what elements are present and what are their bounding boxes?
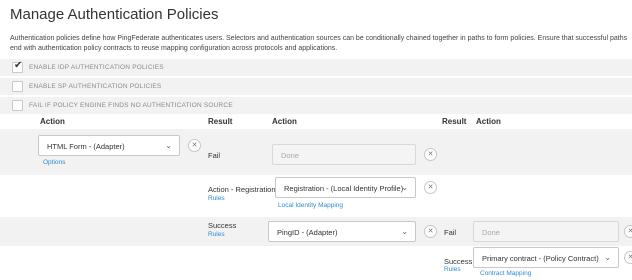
chevron-down-icon: ⌄ <box>401 183 408 192</box>
enable-sp-checkbox[interactable] <box>12 81 23 92</box>
enable-sp-label: ENABLE SP AUTHENTICATION POLICIES <box>29 83 162 90</box>
check-icon: ✔ <box>14 60 23 71</box>
close-icon[interactable]: ✕ <box>188 139 201 152</box>
local-identity-mapping-link[interactable]: Local Identity Mapping <box>278 202 343 209</box>
page-description: Authentication policies define how PingF… <box>10 35 628 52</box>
page-title: Manage Authentication Policies <box>10 6 219 23</box>
header-result-2: Result <box>442 117 467 126</box>
enable-sp-option: ENABLE SP AUTHENTICATION POLICIES <box>0 78 632 95</box>
chevron-down-icon: ⌄ <box>165 141 172 150</box>
nested-fail-result-label: Fail <box>444 228 457 237</box>
fail-action-field[interactable]: Done <box>272 144 416 165</box>
header-result: Result <box>208 117 233 126</box>
nested-success-action-value: Primary contract - (Policy Contract) <box>482 254 599 263</box>
nested-success-action-select[interactable]: Primary contract - (Policy Contract) ⌄ <box>473 247 619 268</box>
close-icon[interactable]: ✕ <box>424 148 437 161</box>
fail-no-source-option: FAIL IF POLICY ENGINE FINDS NO AUTHENTIC… <box>0 97 632 114</box>
nested-success-rules-link[interactable]: Rules <box>444 266 461 273</box>
header-action: Action <box>40 117 65 126</box>
success-action-select[interactable]: PingID - (Adapter) ⌄ <box>268 221 416 242</box>
root-action-select[interactable]: HTML Form - (Adapter) ⌄ <box>38 135 180 156</box>
enable-idp-label: ENABLE IDP AUTHENTICATION POLICIES <box>29 64 164 71</box>
header-action-2: Action <box>272 117 297 126</box>
contract-mapping-link[interactable]: Contract Mapping <box>480 270 531 277</box>
success-rules-link[interactable]: Rules <box>208 231 225 238</box>
root-action-value: HTML Form - (Adapter) <box>47 142 125 151</box>
registration-action-value: Registration - (Local Identity Profile) <box>284 184 404 193</box>
close-icon[interactable]: ✕ <box>624 225 632 238</box>
registration-result-label: Action - Registration <box>208 185 276 194</box>
header-action-3: Action <box>476 117 501 126</box>
registration-action-select[interactable]: Registration - (Local Identity Profile) … <box>275 177 416 198</box>
chevron-down-icon: ⌄ <box>604 253 611 262</box>
options-link[interactable]: Options <box>43 159 65 166</box>
chevron-down-icon: ⌄ <box>401 227 408 236</box>
close-icon[interactable]: ✕ <box>624 251 632 264</box>
success-result-label: Success <box>208 221 237 230</box>
nested-fail-action-field[interactable]: Done <box>473 221 619 242</box>
success-action-value: PingID - (Adapter) <box>277 228 338 237</box>
fail-no-source-checkbox[interactable] <box>12 100 23 111</box>
close-icon[interactable]: ✕ <box>424 181 437 194</box>
enable-idp-checkbox[interactable]: ✔ <box>12 60 23 73</box>
registration-rules-link[interactable]: Rules <box>208 195 225 202</box>
fail-no-source-label: FAIL IF POLICY ENGINE FINDS NO AUTHENTIC… <box>29 102 233 109</box>
fail-result-label: Fail <box>208 151 221 160</box>
nested-success-result-label: Success <box>444 257 473 266</box>
enable-idp-option: ✔ ENABLE IDP AUTHENTICATION POLICIES <box>0 59 632 76</box>
close-icon[interactable]: ✕ <box>424 225 437 238</box>
